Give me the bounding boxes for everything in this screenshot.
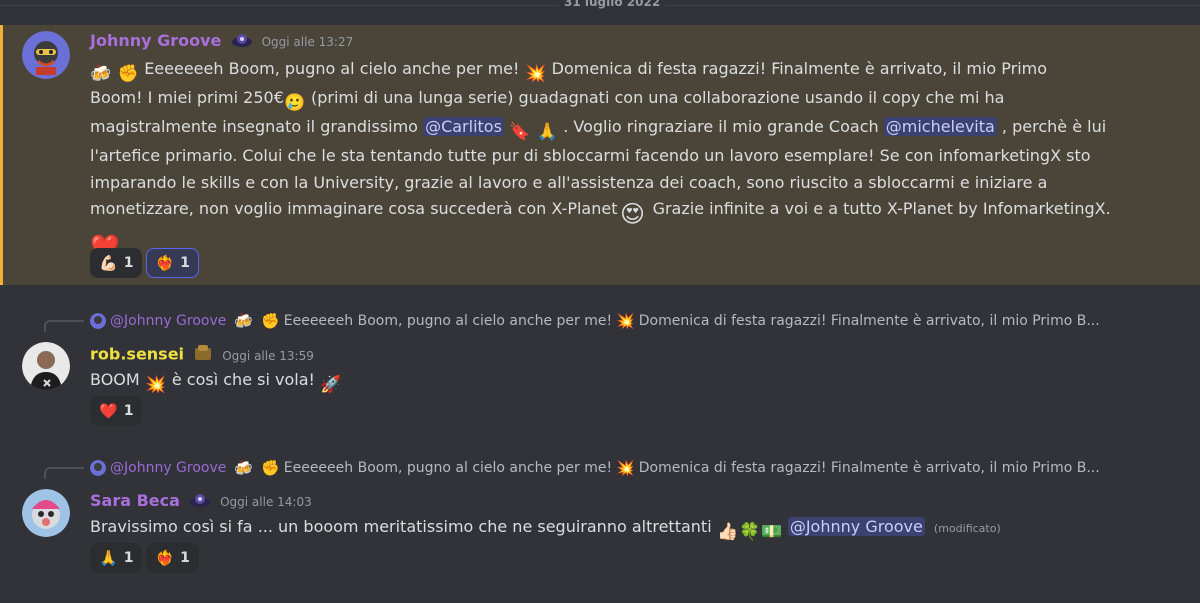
role-badge-icon: [189, 492, 211, 512]
heart-eyes-icon: 😍: [619, 200, 645, 228]
reaction-count: 1: [180, 255, 190, 271]
reply-text: Domenica di festa ragazzi! Finalmente è …: [638, 313, 1100, 329]
message-rob-sensei[interactable]: @Johnny Groove 🍻 ✊ Eeeeeeeh Boom, pugno …: [0, 306, 1200, 436]
reaction-folded-hands[interactable]: 🙏 1: [90, 543, 143, 573]
heart-on-fire-icon: ❤️‍🔥: [155, 254, 175, 272]
text-segment: Bravissimo così si fa ... un booom merit…: [90, 517, 712, 536]
date-divider-label: 31 luglio 2022: [558, 0, 667, 9]
reply-preview[interactable]: @Johnny Groove 🍻 ✊ Eeeeeeeh Boom, pugno …: [90, 459, 1100, 477]
beer-mugs-icon: 🍻: [234, 312, 254, 330]
text-segment: Eeeeeeeh Boom, pugno al cielo anche per …: [144, 59, 520, 78]
text-segment: monetizzare, non voglio immaginare cosa …: [90, 199, 618, 218]
message-content: Bravissimo così si fa ... un booom merit…: [90, 514, 1001, 543]
text-segment: Domenica di festa ragazzi! Finalmente è …: [551, 59, 1048, 78]
folded-hands-icon: 🙏: [99, 549, 118, 567]
collision-icon: 💥: [616, 312, 635, 330]
reaction-count: 1: [123, 403, 134, 419]
reactions-bar: 💪🏻 1 ❤️‍🔥 1: [90, 248, 199, 278]
reaction-heart-on-fire[interactable]: ❤️‍🔥 1: [146, 543, 199, 573]
reply-avatar: [90, 460, 106, 476]
text-segment: è così che si vola!: [171, 370, 315, 389]
message-sara-beca[interactable]: @Johnny Groove 🍻 ✊ Eeeeeeeh Boom, pugno …: [0, 453, 1200, 593]
money-face-icon: 🥲: [284, 93, 306, 113]
folded-hands-icon: 🙏: [536, 122, 558, 142]
rocket-icon: 🚀: [320, 375, 342, 395]
money-icon: 💵: [761, 522, 783, 542]
heart-on-fire-icon: ❤️‍🔥: [155, 549, 175, 567]
role-badge-icon: [193, 344, 213, 366]
reply-spine: [44, 467, 84, 479]
username[interactable]: Johnny Groove: [90, 31, 221, 50]
reaction-count: 1: [180, 550, 190, 566]
avatar[interactable]: [22, 342, 70, 390]
text-segment: BOOM: [90, 370, 140, 389]
mention-johnny-groove[interactable]: @Johnny Groove: [787, 517, 925, 536]
message-content: 🍻 ✊ Eeeeeeeh Boom, pugno al cielo anche …: [90, 56, 1175, 262]
text-segment: Grazie infinite a voi e a tutto X-Planet…: [652, 199, 1111, 218]
text-segment: Boom! I miei primi 250€: [90, 88, 284, 107]
reply-preview[interactable]: @Johnny Groove 🍻 ✊ Eeeeeeeh Boom, pugno …: [90, 312, 1100, 330]
text-segment: . Voglio ringraziare il mio grande Coach: [563, 117, 879, 136]
mention-carlitos[interactable]: @Carlitos: [423, 117, 504, 136]
flexed-biceps-icon: 💪🏻: [99, 254, 118, 272]
mention-michelevita[interactable]: @michelevita: [883, 117, 997, 136]
reaction-heart-on-fire[interactable]: ❤️‍🔥 1: [146, 248, 199, 278]
raised-fist-icon: ✊: [117, 64, 139, 84]
reaction-flexed-biceps[interactable]: 💪🏻 1: [90, 248, 143, 278]
text-segment: l'artefice primario. Colui che le sta te…: [90, 146, 1091, 165]
beer-mugs-icon: 🍻: [234, 459, 254, 477]
username[interactable]: rob.sensei: [90, 345, 184, 364]
reactions-bar: 🙏 1 ❤️‍🔥 1: [90, 543, 199, 573]
timestamp: Oggi alle 13:27: [261, 35, 354, 49]
reply-text: Eeeeeeeh Boom, pugno al cielo anche per …: [283, 313, 613, 329]
raised-fist-icon: ✊: [261, 459, 280, 477]
avatar[interactable]: [22, 489, 70, 537]
beer-mugs-icon: 🍻: [90, 64, 112, 84]
reaction-count: 1: [123, 550, 134, 566]
avatar[interactable]: [22, 31, 70, 79]
reaction-count: 1: [123, 255, 134, 271]
reaction-red-heart[interactable]: ❤️ 1: [90, 396, 143, 426]
reply-author[interactable]: @Johnny Groove: [110, 313, 226, 329]
reply-text: Domenica di festa ragazzi! Finalmente è …: [638, 460, 1100, 476]
reply-author[interactable]: @Johnny Groove: [110, 460, 226, 476]
collision-icon: 💥: [145, 375, 167, 395]
message-content: BOOM 💥 è così che si vola! 🚀: [90, 367, 342, 396]
username[interactable]: Sara Beca: [90, 491, 180, 510]
reactions-bar: ❤️ 1: [90, 396, 143, 426]
reply-text: Eeeeeeeh Boom, pugno al cielo anche per …: [283, 460, 613, 476]
timestamp: Oggi alle 13:59: [222, 348, 314, 363]
thumbs-up-icon: 👍🏻: [717, 522, 739, 542]
text-segment: , perchè è lui: [1001, 117, 1107, 136]
date-divider: 31 luglio 2022: [0, 0, 1200, 12]
collision-icon: 💥: [616, 459, 635, 477]
text-segment: magistralmente insegnato il grandissimo: [90, 117, 418, 136]
four-leaf-clover-icon: 🍀: [739, 522, 761, 542]
reply-avatar: [90, 313, 106, 329]
bookmark-icon: 🔖: [509, 122, 531, 142]
text-segment: (primi di una lunga serie) guadagnati co…: [310, 88, 1005, 107]
collision-icon: 💥: [524, 64, 547, 84]
reply-spine: [44, 320, 84, 332]
text-segment: imparando le skills e con la University,…: [90, 172, 1048, 192]
edited-label: (modificato): [933, 522, 1001, 535]
red-heart-icon: ❤️: [99, 402, 118, 420]
timestamp: Oggi alle 14:03: [220, 495, 312, 509]
message-johnny-groove[interactable]: Johnny Groove Oggi alle 13:27 🍻 ✊ Eeeeee…: [0, 25, 1200, 285]
role-badge-icon: [231, 32, 253, 52]
raised-fist-icon: ✊: [261, 312, 280, 330]
